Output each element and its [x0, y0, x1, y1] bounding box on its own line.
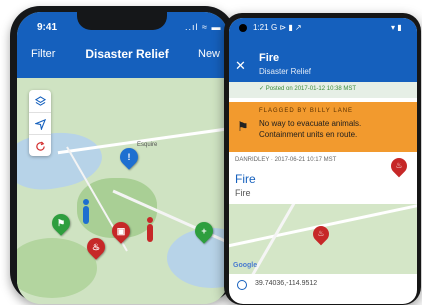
- status-time: 9:41: [37, 22, 58, 33]
- fire-glyph: ♨: [317, 229, 325, 238]
- responder-marker-icon[interactable]: [147, 217, 153, 242]
- report-project: Disaster Relief: [259, 67, 312, 76]
- vehicle-glyph: ▣: [116, 226, 126, 236]
- status-time: 1:21: [253, 23, 269, 32]
- app-bar: [229, 38, 417, 82]
- flag-message-line: Containment units en route.: [259, 130, 358, 139]
- medical-glyph: +: [201, 226, 207, 236]
- report-meta: DANRIDLEY · 2017-06-21 10:17 MST: [235, 157, 337, 163]
- new-button[interactable]: New: [198, 48, 220, 60]
- medical-pin-icon[interactable]: +: [191, 218, 217, 244]
- fire-glyph: ♨: [91, 242, 101, 252]
- layers-icon[interactable]: [29, 90, 51, 112]
- flag-icon: ⚑: [237, 119, 249, 134]
- refresh-icon[interactable]: [29, 134, 51, 157]
- vehicle-pin-icon[interactable]: ▣: [108, 218, 134, 244]
- map-attribution: Google: [233, 262, 258, 269]
- report-heading: Fire: [235, 172, 256, 186]
- map-tools: [29, 90, 51, 156]
- alert-pin-icon[interactable]: !: [116, 144, 142, 170]
- report-category: Fire: [235, 188, 251, 198]
- filter-button[interactable]: Filter: [31, 48, 55, 60]
- locate-icon[interactable]: [29, 112, 51, 135]
- responder-marker-icon[interactable]: [83, 199, 89, 224]
- report-title: Fire: [259, 52, 280, 64]
- fire-pin-icon[interactable]: ♨: [83, 234, 109, 260]
- responder-head: [147, 217, 153, 223]
- iphone-notch: [77, 12, 167, 30]
- map-place-label: Esquire: [137, 142, 158, 148]
- fire-pin-icon[interactable]: ♨: [309, 222, 333, 246]
- close-icon[interactable]: ✕: [235, 58, 246, 74]
- iphone-device: 9:41 ..ıl ≈ ▬ Filter Disaster Relief New…: [10, 6, 235, 304]
- status-signal-icons: ..ıl ≈ ▬: [185, 22, 222, 32]
- location-icon: [237, 280, 247, 290]
- coordinates-text: 39.74036,-114.9512: [255, 280, 318, 287]
- status-notification-icons: G ⊳ ▮ ↗: [271, 23, 302, 32]
- responder-head: [83, 199, 89, 205]
- android-screen: 1:21 G ⊳ ▮ ↗ ▾ ▮ ✕ Fire Disaster Relief …: [229, 18, 417, 304]
- camera-hole: [239, 24, 247, 32]
- iphone-screen: 9:41 ..ıl ≈ ▬ Filter Disaster Relief New…: [17, 12, 228, 304]
- posted-text: ✓ Posted on 2017-01-12 10:38 MST: [259, 86, 357, 92]
- group-glyph: ⚑: [56, 218, 66, 228]
- page-title: Disaster Relief: [85, 47, 169, 61]
- report-map[interactable]: ♨ Google: [229, 204, 417, 274]
- fire-pin-icon: ♨: [387, 154, 411, 178]
- flag-message-line: No way to evacuate animals.: [259, 119, 362, 128]
- map-park: [17, 238, 97, 298]
- android-device: 1:21 G ⊳ ▮ ↗ ▾ ▮ ✕ Fire Disaster Relief …: [224, 13, 421, 305]
- fire-glyph: ♨: [395, 161, 403, 170]
- flag-label: FLAGGED BY BILLY LANE: [259, 108, 354, 114]
- incident-map[interactable]: Esquire ! ⚑ ♨ + ▣: [17, 78, 228, 304]
- group-pin-icon[interactable]: ⚑: [48, 210, 74, 236]
- alert-glyph: !: [127, 152, 131, 162]
- status-battery-icons: ▾ ▮: [391, 23, 402, 32]
